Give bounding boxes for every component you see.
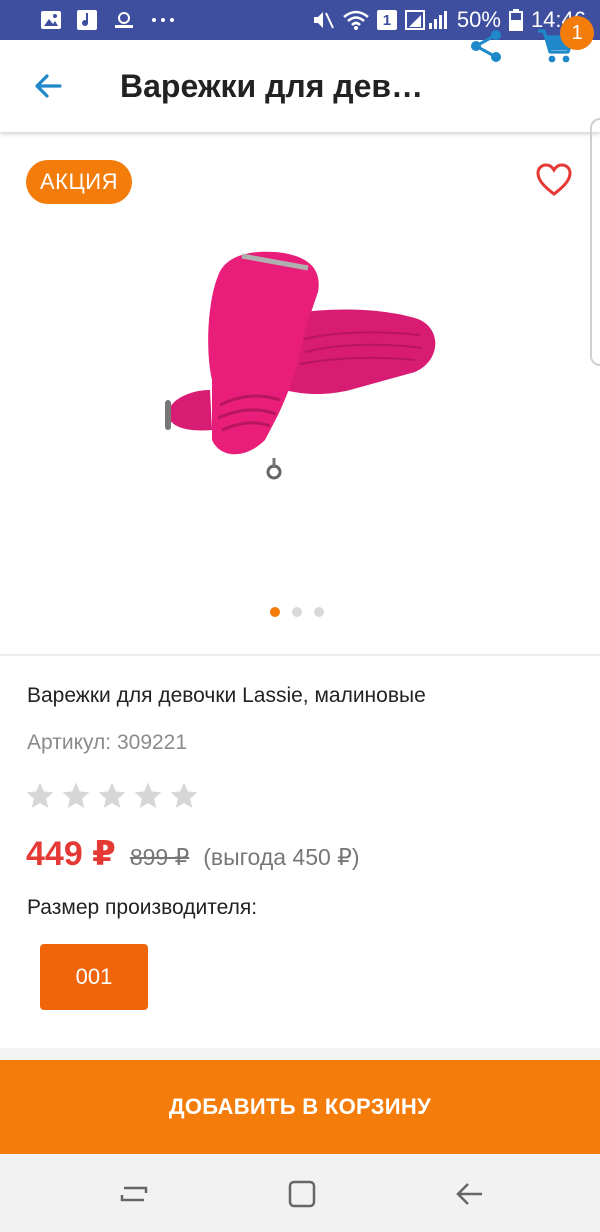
size-label: Размер производителя: <box>27 896 258 919</box>
battery-icon <box>508 9 523 31</box>
page-title: Варежки для дев… <box>120 67 424 104</box>
voicemail-icon <box>112 9 136 31</box>
star-icon[interactable] <box>60 780 92 812</box>
carousel-dot-2[interactable] <box>292 607 302 617</box>
scroll-edge-indicator <box>590 118 600 366</box>
saving-amount: (выгода 450 ₽) <box>203 844 360 870</box>
product-name: Варежки для девочки Lassie, малиновые <box>27 684 426 707</box>
star-icon[interactable] <box>96 780 128 812</box>
star-icon[interactable] <box>24 780 56 812</box>
product-sku: Артикул: 309221 <box>27 731 188 754</box>
current-price: 449 ₽ <box>26 835 116 873</box>
back-button[interactable] <box>0 40 96 132</box>
more-dots-icon <box>150 9 176 31</box>
share-button[interactable] <box>464 24 508 68</box>
app-bar: Варежки для дев… <box>0 40 600 132</box>
image-icon <box>40 9 62 31</box>
system-back-button[interactable] <box>450 1174 490 1214</box>
status-bar: 1 50% 14:46 <box>0 0 600 40</box>
wifi-icon <box>343 9 369 31</box>
back-arrow-icon <box>456 1183 482 1205</box>
music-icon <box>76 9 98 31</box>
recent-apps-icon <box>120 1186 148 1202</box>
carousel-dots[interactable] <box>270 607 324 617</box>
old-price: 899 ₽ <box>129 844 190 870</box>
arrow-left-icon <box>35 74 62 98</box>
favorite-button[interactable] <box>534 160 574 200</box>
system-nav-bar <box>0 1154 600 1232</box>
mute-icon <box>311 8 335 32</box>
sim-badge: 1 <box>376 10 397 30</box>
star-icon[interactable] <box>168 780 200 812</box>
price-row: 449 ₽ 899 ₽ (выгода 450 ₽) <box>26 834 360 874</box>
share-icon <box>471 30 501 62</box>
heart-outline-icon <box>536 163 572 196</box>
section-separator <box>0 1048 600 1060</box>
promo-badge: АКЦИЯ <box>26 160 132 204</box>
signal-icon <box>404 9 449 31</box>
carousel-dot-1[interactable] <box>270 607 280 617</box>
add-to-cart-button[interactable]: ДОБАВИТЬ В КОРЗИНУ <box>0 1060 600 1154</box>
mittens-image <box>165 251 436 480</box>
product-image[interactable] <box>150 240 450 500</box>
star-icon[interactable] <box>132 780 164 812</box>
size-option[interactable]: 001 <box>40 944 148 1010</box>
cart-count-badge: 1 <box>560 16 594 50</box>
rating-stars[interactable] <box>24 780 200 812</box>
divider <box>0 654 600 656</box>
recent-apps-button[interactable] <box>114 1174 154 1214</box>
home-button[interactable] <box>282 1174 322 1214</box>
home-square-icon <box>288 1180 316 1208</box>
carousel-dot-3[interactable] <box>314 607 324 617</box>
